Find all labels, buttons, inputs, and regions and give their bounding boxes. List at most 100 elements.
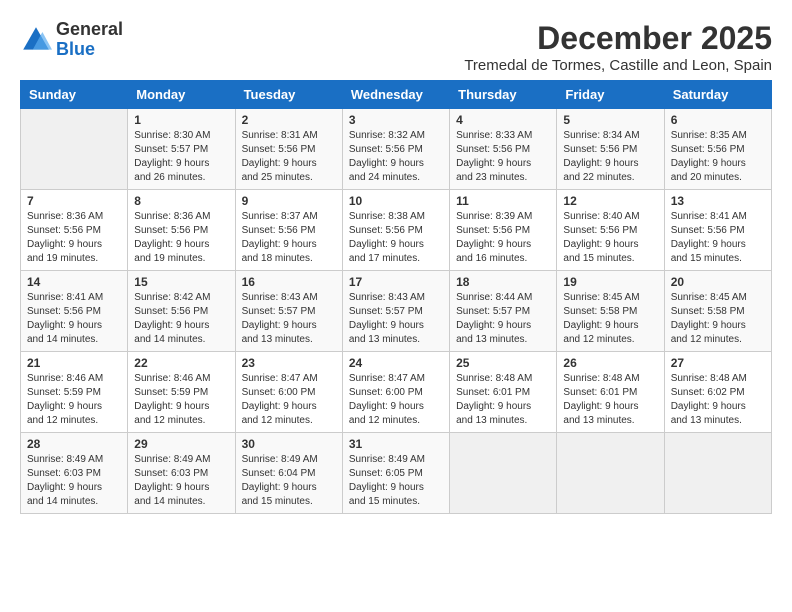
day-info: Sunrise: 8:47 AMSunset: 6:00 PMDaylight:… <box>349 372 443 428</box>
calendar-cell: 14 Sunrise: 8:41 AMSunset: 5:56 PMDayligh… <box>21 271 128 352</box>
day-number: 19 <box>563 275 657 289</box>
day-info: Sunrise: 8:41 AMSunset: 5:56 PMDaylight:… <box>671 210 765 266</box>
day-number: 3 <box>349 113 443 127</box>
calendar-cell: 22Sunrise: 8:46 AMSunset: 5:59 PMDayligh… <box>128 352 235 433</box>
day-info: Sunrise: 8:49 AMSunset: 6:03 PMDaylight:… <box>27 453 121 509</box>
day-number: 13 <box>671 194 765 208</box>
day-info: Sunrise: 8:35 AMSunset: 5:56 PMDaylight:… <box>671 129 765 185</box>
day-number: 2 <box>242 113 336 127</box>
day-number: 6 <box>671 113 765 127</box>
day-info: Sunrise: 8:34 AMSunset: 5:56 PMDaylight:… <box>563 129 657 185</box>
day-info: Sunrise: 8:45 AMSunset: 5:58 PMDaylight:… <box>563 291 657 347</box>
calendar-cell: 28 Sunrise: 8:49 AMSunset: 6:03 PMDayligh… <box>21 433 128 514</box>
week-row-1: 7 Sunrise: 8:36 AMSunset: 5:56 PMDaylight… <box>21 190 772 271</box>
day-number: 8 <box>134 194 228 208</box>
calendar-cell: 29Sunrise: 8:49 AMSunset: 6:03 PMDayligh… <box>128 433 235 514</box>
day-info: Sunrise: 8:46 AMSunset: 5:59 PMDaylight:… <box>27 372 121 428</box>
day-info: Sunrise: 8:33 AMSunset: 5:56 PMDaylight:… <box>456 129 550 185</box>
calendar-cell: 24 Sunrise: 8:47 AMSunset: 6:00 PMDayligh… <box>342 352 449 433</box>
calendar-cell: 11 Sunrise: 8:39 AMSunset: 5:56 PMDayligh… <box>450 190 557 271</box>
day-info: Sunrise: 8:30 AMSunset: 5:57 PMDaylight:… <box>134 129 228 185</box>
calendar-cell: 5 Sunrise: 8:34 AMSunset: 5:56 PMDaylight… <box>557 109 664 190</box>
title-block: December 2025 Tremedal de Tormes, Castil… <box>464 20 772 74</box>
calendar-cell <box>557 433 664 514</box>
calendar-cell: 1Sunrise: 8:30 AMSunset: 5:57 PMDaylight… <box>128 109 235 190</box>
day-info: Sunrise: 8:48 AMSunset: 6:02 PMDaylight:… <box>671 372 765 428</box>
calendar-cell: 2 Sunrise: 8:31 AMSunset: 5:56 PMDaylight… <box>235 109 342 190</box>
day-info: Sunrise: 8:31 AMSunset: 5:56 PMDaylight:… <box>242 129 336 185</box>
day-number: 12 <box>563 194 657 208</box>
calendar-cell: 10 Sunrise: 8:38 AMSunset: 5:56 PMDayligh… <box>342 190 449 271</box>
day-info: Sunrise: 8:38 AMSunset: 5:56 PMDaylight:… <box>349 210 443 266</box>
calendar-header: SundayMondayTuesdayWednesdayThursdayFrid… <box>21 81 772 109</box>
calendar-cell: 15 Sunrise: 8:42 AMSunset: 5:56 PMDayligh… <box>128 271 235 352</box>
day-number: 23 <box>242 356 336 370</box>
day-number: 9 <box>242 194 336 208</box>
calendar-cell <box>450 433 557 514</box>
day-number: 15 <box>134 275 228 289</box>
calendar-cell: 18Sunrise: 8:44 AMSunset: 5:57 PMDayligh… <box>450 271 557 352</box>
day-info: Sunrise: 8:47 AMSunset: 6:00 PMDaylight:… <box>242 372 336 428</box>
week-row-3: 21 Sunrise: 8:46 AMSunset: 5:59 PMDayligh… <box>21 352 772 433</box>
calendar-cell: 19 Sunrise: 8:45 AMSunset: 5:58 PMDayligh… <box>557 271 664 352</box>
month-title: December 2025 <box>464 20 772 57</box>
calendar-cell: 23 Sunrise: 8:47 AMSunset: 6:00 PMDayligh… <box>235 352 342 433</box>
day-number: 26 <box>563 356 657 370</box>
day-number: 27 <box>671 356 765 370</box>
day-info: Sunrise: 8:37 AMSunset: 5:56 PMDaylight:… <box>242 210 336 266</box>
calendar-cell: 30Sunrise: 8:49 AMSunset: 6:04 PMDayligh… <box>235 433 342 514</box>
day-number: 16 <box>242 275 336 289</box>
week-row-0: 1Sunrise: 8:30 AMSunset: 5:57 PMDaylight… <box>21 109 772 190</box>
week-row-2: 14 Sunrise: 8:41 AMSunset: 5:56 PMDayligh… <box>21 271 772 352</box>
calendar-cell <box>664 433 771 514</box>
day-info: Sunrise: 8:42 AMSunset: 5:56 PMDaylight:… <box>134 291 228 347</box>
day-info: Sunrise: 8:44 AMSunset: 5:57 PMDaylight:… <box>456 291 550 347</box>
calendar-cell: 12 Sunrise: 8:40 AMSunset: 5:56 PMDayligh… <box>557 190 664 271</box>
week-row-4: 28 Sunrise: 8:49 AMSunset: 6:03 PMDayligh… <box>21 433 772 514</box>
calendar-cell <box>21 109 128 190</box>
day-number: 5 <box>563 113 657 127</box>
day-info: Sunrise: 8:43 AMSunset: 5:57 PMDaylight:… <box>349 291 443 347</box>
calendar-cell: 27 Sunrise: 8:48 AMSunset: 6:02 PMDayligh… <box>664 352 771 433</box>
calendar-table: SundayMondayTuesdayWednesdayThursdayFrid… <box>20 80 772 514</box>
day-number: 14 <box>27 275 121 289</box>
day-number: 7 <box>27 194 121 208</box>
day-number: 11 <box>456 194 550 208</box>
day-info: Sunrise: 8:43 AMSunset: 5:57 PMDaylight:… <box>242 291 336 347</box>
day-number: 10 <box>349 194 443 208</box>
day-info: Sunrise: 8:49 AMSunset: 6:04 PMDaylight:… <box>242 453 336 509</box>
header-day-sunday: Sunday <box>21 81 128 109</box>
calendar-cell: 6 Sunrise: 8:35 AMSunset: 5:56 PMDaylight… <box>664 109 771 190</box>
header-day-saturday: Saturday <box>664 81 771 109</box>
header-day-monday: Monday <box>128 81 235 109</box>
calendar-cell: 31Sunrise: 8:49 AMSunset: 6:05 PMDayligh… <box>342 433 449 514</box>
day-number: 24 <box>349 356 443 370</box>
day-number: 21 <box>27 356 121 370</box>
calendar-cell: 21 Sunrise: 8:46 AMSunset: 5:59 PMDayligh… <box>21 352 128 433</box>
day-info: Sunrise: 8:40 AMSunset: 5:56 PMDaylight:… <box>563 210 657 266</box>
calendar-cell: 3Sunrise: 8:32 AMSunset: 5:56 PMDaylight… <box>342 109 449 190</box>
day-number: 31 <box>349 437 443 451</box>
header-day-wednesday: Wednesday <box>342 81 449 109</box>
day-info: Sunrise: 8:46 AMSunset: 5:59 PMDaylight:… <box>134 372 228 428</box>
day-info: Sunrise: 8:48 AMSunset: 6:01 PMDaylight:… <box>563 372 657 428</box>
calendar-cell: 8 Sunrise: 8:36 AMSunset: 5:56 PMDaylight… <box>128 190 235 271</box>
location-title: Tremedal de Tormes, Castille and Leon, S… <box>464 57 772 74</box>
calendar-cell: 9 Sunrise: 8:37 AMSunset: 5:56 PMDaylight… <box>235 190 342 271</box>
day-info: Sunrise: 8:36 AMSunset: 5:56 PMDaylight:… <box>134 210 228 266</box>
day-number: 29 <box>134 437 228 451</box>
calendar-cell: 16 Sunrise: 8:43 AMSunset: 5:57 PMDayligh… <box>235 271 342 352</box>
day-number: 17 <box>349 275 443 289</box>
calendar-cell: 17 Sunrise: 8:43 AMSunset: 5:57 PMDayligh… <box>342 271 449 352</box>
day-number: 4 <box>456 113 550 127</box>
day-number: 28 <box>27 437 121 451</box>
calendar-cell: 4 Sunrise: 8:33 AMSunset: 5:56 PMDaylight… <box>450 109 557 190</box>
calendar-cell: 25 Sunrise: 8:48 AMSunset: 6:01 PMDayligh… <box>450 352 557 433</box>
day-info: Sunrise: 8:41 AMSunset: 5:56 PMDaylight:… <box>27 291 121 347</box>
page-header: General Blue December 2025 Tremedal de T… <box>20 20 772 74</box>
header-row: SundayMondayTuesdayWednesdayThursdayFrid… <box>21 81 772 109</box>
logo-icon <box>20 24 52 56</box>
day-info: Sunrise: 8:39 AMSunset: 5:56 PMDaylight:… <box>456 210 550 266</box>
day-info: Sunrise: 8:48 AMSunset: 6:01 PMDaylight:… <box>456 372 550 428</box>
day-number: 25 <box>456 356 550 370</box>
